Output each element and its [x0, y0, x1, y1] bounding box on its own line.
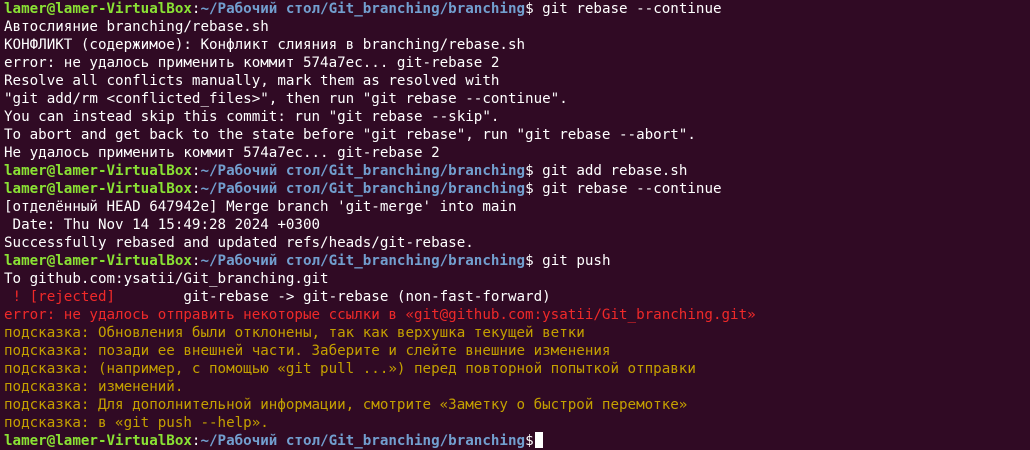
prompt-user-host: lamer@lamer-VirtualBox	[4, 181, 192, 197]
rejected-tag: ! [rejected]	[4, 289, 116, 305]
output-line: To abort and get back to the state befor…	[4, 126, 1026, 144]
hint-text: подсказка: позади ее внешней части. Забе…	[4, 343, 611, 359]
prompt-path: ~/Рабочий стол/Git_branching/branching	[200, 163, 526, 179]
output-line: подсказка: в «git push --help».	[4, 414, 1026, 432]
output-line: error: не удалось отправить некоторые сс…	[4, 306, 1026, 324]
output-line: подсказка: позади ее внешней части. Забе…	[4, 342, 1026, 360]
output-line: Resolve all conflicts manually, mark the…	[4, 72, 1026, 90]
output-line: You can instead skip this commit: run "g…	[4, 108, 1026, 126]
output-text: You can instead skip this commit: run "g…	[4, 109, 500, 125]
prompt-line: lamer@lamer-VirtualBox:~/Рабочий стол/Gi…	[4, 0, 1026, 18]
output-line: [отделённый HEAD 647942e] Merge branch '…	[4, 198, 1026, 216]
prompt-line: lamer@lamer-VirtualBox:~/Рабочий стол/Gi…	[4, 252, 1026, 270]
prompt-symbol: $	[525, 181, 534, 197]
output-line: Не удалось применить коммит 574a7ec... g…	[4, 144, 1026, 162]
command-text: git add rebase.sh	[533, 163, 688, 179]
command-text: git push	[533, 253, 611, 269]
output-text: To abort and get back to the state befor…	[4, 127, 696, 143]
output-line: подсказка: Обновления были отклонены, та…	[4, 324, 1026, 342]
prompt-path: ~/Рабочий стол/Git_branching/branching	[200, 1, 526, 17]
prompt-path: ~/Рабочий стол/Git_branching/branching	[200, 181, 526, 197]
output-text: Resolve all conflicts manually, mark the…	[4, 73, 500, 89]
output-text: Не удалось применить коммит 574a7ec... g…	[4, 145, 440, 161]
prompt-user-host: lamer@lamer-VirtualBox	[4, 253, 192, 269]
output-text: Successfully rebased and updated refs/he…	[4, 235, 474, 251]
output-line: Date: Thu Nov 14 15:49:28 2024 +0300	[4, 216, 1026, 234]
prompt-path: ~/Рабочий стол/Git_branching/branching	[200, 253, 526, 269]
prompt-line: lamer@lamer-VirtualBox:~/Рабочий стол/Gi…	[4, 162, 1026, 180]
prompt-symbol: $	[525, 163, 534, 179]
prompt-user-host: lamer@lamer-VirtualBox	[4, 1, 192, 17]
terminal-window[interactable]: lamer@lamer-VirtualBox:~/Рабочий стол/Gi…	[0, 0, 1030, 450]
command-text: git rebase --continue	[533, 1, 722, 17]
prompt-symbol: $	[525, 433, 534, 449]
prompt-symbol: $	[525, 1, 534, 17]
output-text: [отделённый HEAD 647942e] Merge branch '…	[4, 199, 517, 215]
output-line: "git add/rm <conflicted_files>", then ru…	[4, 90, 1026, 108]
hint-text: подсказка: Обновления были отклонены, та…	[4, 325, 585, 341]
prompt-user-host: lamer@lamer-VirtualBox	[4, 433, 192, 449]
output-line: error: не удалось применить коммит 574a7…	[4, 54, 1026, 72]
error-text: error: не удалось отправить некоторые сс…	[4, 307, 756, 323]
output-text: "git add/rm <conflicted_files>", then ru…	[4, 91, 568, 107]
output-line: To github.com:ysatii/Git_branching.git	[4, 270, 1026, 288]
prompt-symbol: $	[525, 253, 534, 269]
prompt-line: lamer@lamer-VirtualBox:~/Рабочий стол/Gi…	[4, 432, 1026, 450]
hint-text: подсказка: в «git push --help».	[4, 415, 269, 431]
hint-text: подсказка: изменений.	[4, 379, 184, 395]
output-line: ! [rejected] git-rebase -> git-rebase (n…	[4, 288, 1026, 306]
prompt-path: ~/Рабочий стол/Git_branching/branching	[200, 433, 526, 449]
output-line: подсказка: Для дополнительной информации…	[4, 396, 1026, 414]
output-line: Автослияние branching/rebase.sh	[4, 18, 1026, 36]
prompt-user-host: lamer@lamer-VirtualBox	[4, 163, 192, 179]
output-line: подсказка: изменений.	[4, 378, 1026, 396]
output-text: error: не удалось применить коммит 574a7…	[4, 55, 500, 71]
output-line: КОНФЛИКТ (содержимое): Конфликт слияния …	[4, 36, 1026, 54]
text-cursor	[534, 432, 543, 448]
output-text: Date: Thu Nov 14 15:49:28 2024 +0300	[4, 217, 321, 233]
output-line: подсказка: (например, с помощью «git pul…	[4, 360, 1026, 378]
hint-text: подсказка: Для дополнительной информации…	[4, 397, 688, 413]
output-text: To github.com:ysatii/Git_branching.git	[4, 271, 329, 287]
output-text: git-rebase -> git-rebase (non-fast-forwa…	[115, 289, 551, 305]
hint-text: подсказка: (например, с помощью «git pul…	[4, 361, 696, 377]
prompt-line: lamer@lamer-VirtualBox:~/Рабочий стол/Gi…	[4, 180, 1026, 198]
output-line: Successfully rebased and updated refs/he…	[4, 234, 1026, 252]
output-text: КОНФЛИКТ (содержимое): Конфликт слияния …	[4, 37, 526, 53]
output-text: Автослияние branching/rebase.sh	[4, 19, 269, 35]
command-text: git rebase --continue	[533, 181, 722, 197]
